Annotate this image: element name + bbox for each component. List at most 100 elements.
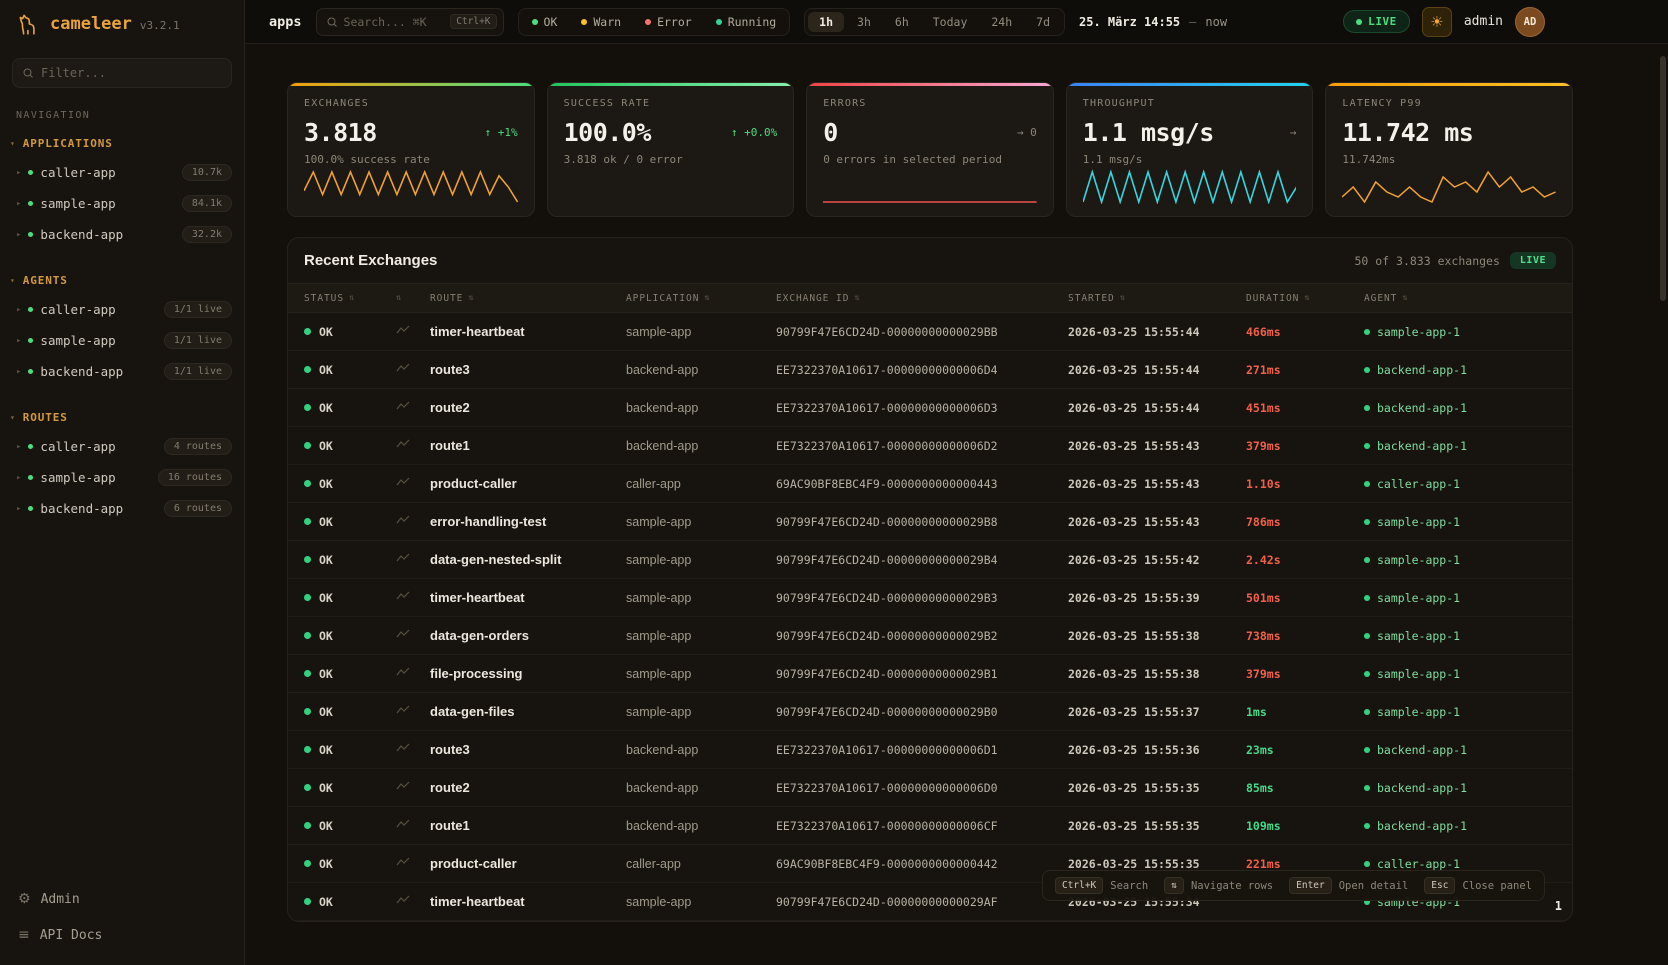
ok-status-dot <box>304 670 311 677</box>
section-title: AGENTS <box>23 274 68 287</box>
agent-name: sample-app-1 <box>1377 515 1460 529</box>
sparkline <box>304 168 518 204</box>
column-header-application[interactable]: APPLICATION⇅ <box>626 293 776 304</box>
status-text: OK <box>319 819 333 833</box>
status-cell: OK <box>304 477 396 491</box>
column-header-status[interactable]: STATUS⇅ <box>304 293 396 304</box>
sidebar-section-header-agents[interactable]: ▾AGENTS <box>0 262 244 294</box>
sidebar-section-applications: ▾APPLICATIONS▸caller-app10.7k▸sample-app… <box>0 125 244 250</box>
sidebar-item-applications-backend-app[interactable]: ▸backend-app32.2k <box>0 219 244 250</box>
column-label: ROUTE <box>430 293 463 304</box>
trend-icon <box>396 439 410 449</box>
filter-chip-error[interactable]: Error <box>635 12 702 32</box>
sidebar-section-header-applications[interactable]: ▾APPLICATIONS <box>0 125 244 157</box>
sidebar-footer-admin[interactable]: ⚙Admin <box>0 881 244 917</box>
table-row[interactable]: OKroute1backend-appEE7322370A10617-00000… <box>288 807 1572 845</box>
sort-icon: ⇅ <box>1304 293 1310 303</box>
sidebar-filter-input[interactable] <box>41 66 222 80</box>
started-cell: 2026-03-25 15:55:38 <box>1068 629 1246 643</box>
duration-cell: 109ms <box>1246 819 1364 833</box>
column-header-agent[interactable]: AGENT⇅ <box>1364 293 1556 304</box>
global-search[interactable]: Ctrl+K <box>316 8 504 36</box>
filter-chip-running[interactable]: Running <box>706 12 786 32</box>
table-row[interactable]: OKroute1backend-appEE7322370A10617-00000… <box>288 427 1572 465</box>
filter-chip-warn[interactable]: Warn <box>571 12 631 32</box>
stat-delta: → 0 <box>1009 126 1037 139</box>
table-row[interactable]: OKtimer-heartbeatsample-app90799F47E6CD2… <box>288 579 1572 617</box>
item-count-badge: 32.2k <box>182 226 232 243</box>
table-row[interactable]: OKdata-gen-filessample-app90799F47E6CD24… <box>288 693 1572 731</box>
live-toggle[interactable]: LIVE <box>1343 10 1410 33</box>
user-avatar[interactable]: AD <box>1515 7 1545 37</box>
theme-toggle-button[interactable]: ☀ <box>1422 7 1452 37</box>
scrollbar-thumb[interactable] <box>1660 56 1666 301</box>
sidebar-item-agents-caller-app[interactable]: ▸caller-app1/1 live <box>0 294 244 325</box>
exchange-id-cell: 90799F47E6CD24D-00000000000029B2 <box>776 629 1068 643</box>
main-content: EXCHANGES3.818↑ +1%100.0% success rateSU… <box>245 44 1668 965</box>
trend-icon <box>396 743 410 753</box>
range-button-today[interactable]: Today <box>922 12 979 32</box>
sidebar-item-routes-backend-app[interactable]: ▸backend-app6 routes <box>0 493 244 524</box>
table-row[interactable]: OKdata-gen-nested-splitsample-app90799F4… <box>288 541 1572 579</box>
trend-icon <box>396 819 410 829</box>
column-header-started[interactable]: STARTED⇅ <box>1068 293 1246 304</box>
column-label: STATUS <box>304 293 344 304</box>
range-button-6h[interactable]: 6h <box>884 12 920 32</box>
column-header-route[interactable]: ROUTE⇅ <box>430 293 626 304</box>
table-row[interactable]: OKroute3backend-appEE7322370A10617-00000… <box>288 731 1572 769</box>
sidebar-item-routes-sample-app[interactable]: ▸sample-app16 routes <box>0 462 244 493</box>
range-button-24h[interactable]: 24h <box>980 12 1023 32</box>
hint-label: Close panel <box>1462 880 1532 892</box>
range-button-7d[interactable]: 7d <box>1025 12 1061 32</box>
stat-value: 1.1 msg/s <box>1083 118 1214 147</box>
column-header-col[interactable]: ⇅ <box>396 293 430 303</box>
table-row[interactable]: OKerror-handling-testsample-app90799F47E… <box>288 503 1572 541</box>
sidebar-item-label: sample-app <box>40 333 156 348</box>
search-input[interactable] <box>344 15 445 29</box>
range-button-3h[interactable]: 3h <box>846 12 882 32</box>
table-row[interactable]: OKroute3backend-appEE7322370A10617-00000… <box>288 351 1572 389</box>
sidebar-item-agents-backend-app[interactable]: ▸backend-app1/1 live <box>0 356 244 387</box>
username-label: admin <box>1464 14 1503 29</box>
ok-status-dot <box>304 708 311 715</box>
status-cell: OK <box>304 439 396 453</box>
chevron-right-icon: ▸ <box>16 442 21 452</box>
application-cell: backend-app <box>626 363 776 377</box>
chevron-right-icon: ▸ <box>16 305 21 315</box>
sidebar-filter[interactable] <box>12 58 232 88</box>
sidebar-section-header-routes[interactable]: ▾ROUTES <box>0 399 244 431</box>
trend-cell <box>396 818 430 833</box>
table-row[interactable]: OKtimer-heartbeatsample-app90799F47E6CD2… <box>288 313 1572 351</box>
sidebar-item-applications-caller-app[interactable]: ▸caller-app10.7k <box>0 157 244 188</box>
column-header-exchange-id[interactable]: EXCHANGE ID⇅ <box>776 293 1068 304</box>
sidebar-footer-api-docs[interactable]: ≡API Docs <box>0 917 244 953</box>
filter-chip-ok[interactable]: OK <box>522 12 568 32</box>
column-header-duration[interactable]: DURATION⇅ <box>1246 293 1364 304</box>
status-cell: OK <box>304 743 396 757</box>
started-cell: 2026-03-25 15:55:35 <box>1068 819 1246 833</box>
stat-card-success-rate: SUCCESS RATE100.0%↑ +0.0%3.818 ok / 0 er… <box>547 82 795 217</box>
table-row[interactable]: OKdata-gen-orderssample-app90799F47E6CD2… <box>288 617 1572 655</box>
sidebar-item-applications-sample-app[interactable]: ▸sample-app84.1k <box>0 188 244 219</box>
sidebar-item-routes-caller-app[interactable]: ▸caller-app4 routes <box>0 431 244 462</box>
table-row[interactable]: OKroute2backend-appEE7322370A10617-00000… <box>288 389 1572 427</box>
ok-status-dot <box>304 632 311 639</box>
agent-cell: sample-app-1 <box>1364 325 1556 339</box>
table-row[interactable]: OKfile-processingsample-app90799F47E6CD2… <box>288 655 1572 693</box>
sidebar-item-agents-sample-app[interactable]: ▸sample-app1/1 live <box>0 325 244 356</box>
exchange-id-cell: EE7322370A10617-00000000000006D3 <box>776 401 1068 415</box>
date-range-control[interactable]: 25. März 14:55 — now <box>1079 15 1227 29</box>
exchange-id-cell: 90799F47E6CD24D-00000000000029B1 <box>776 667 1068 681</box>
trend-icon <box>396 667 410 677</box>
route-cell: data-gen-orders <box>430 628 626 643</box>
trend-icon <box>396 363 410 373</box>
route-cell: product-caller <box>430 856 626 871</box>
agent-status-dot <box>1364 633 1370 639</box>
trend-cell <box>396 552 430 567</box>
table-row[interactable]: OKroute2backend-appEE7322370A10617-00000… <box>288 769 1572 807</box>
range-button-1h[interactable]: 1h <box>808 12 844 32</box>
status-text: OK <box>319 667 333 681</box>
duration-cell: 2.42s <box>1246 553 1364 567</box>
table-row[interactable]: OKproduct-callercaller-app69AC90BF8EBC4F… <box>288 465 1572 503</box>
route-cell: route1 <box>430 438 626 453</box>
